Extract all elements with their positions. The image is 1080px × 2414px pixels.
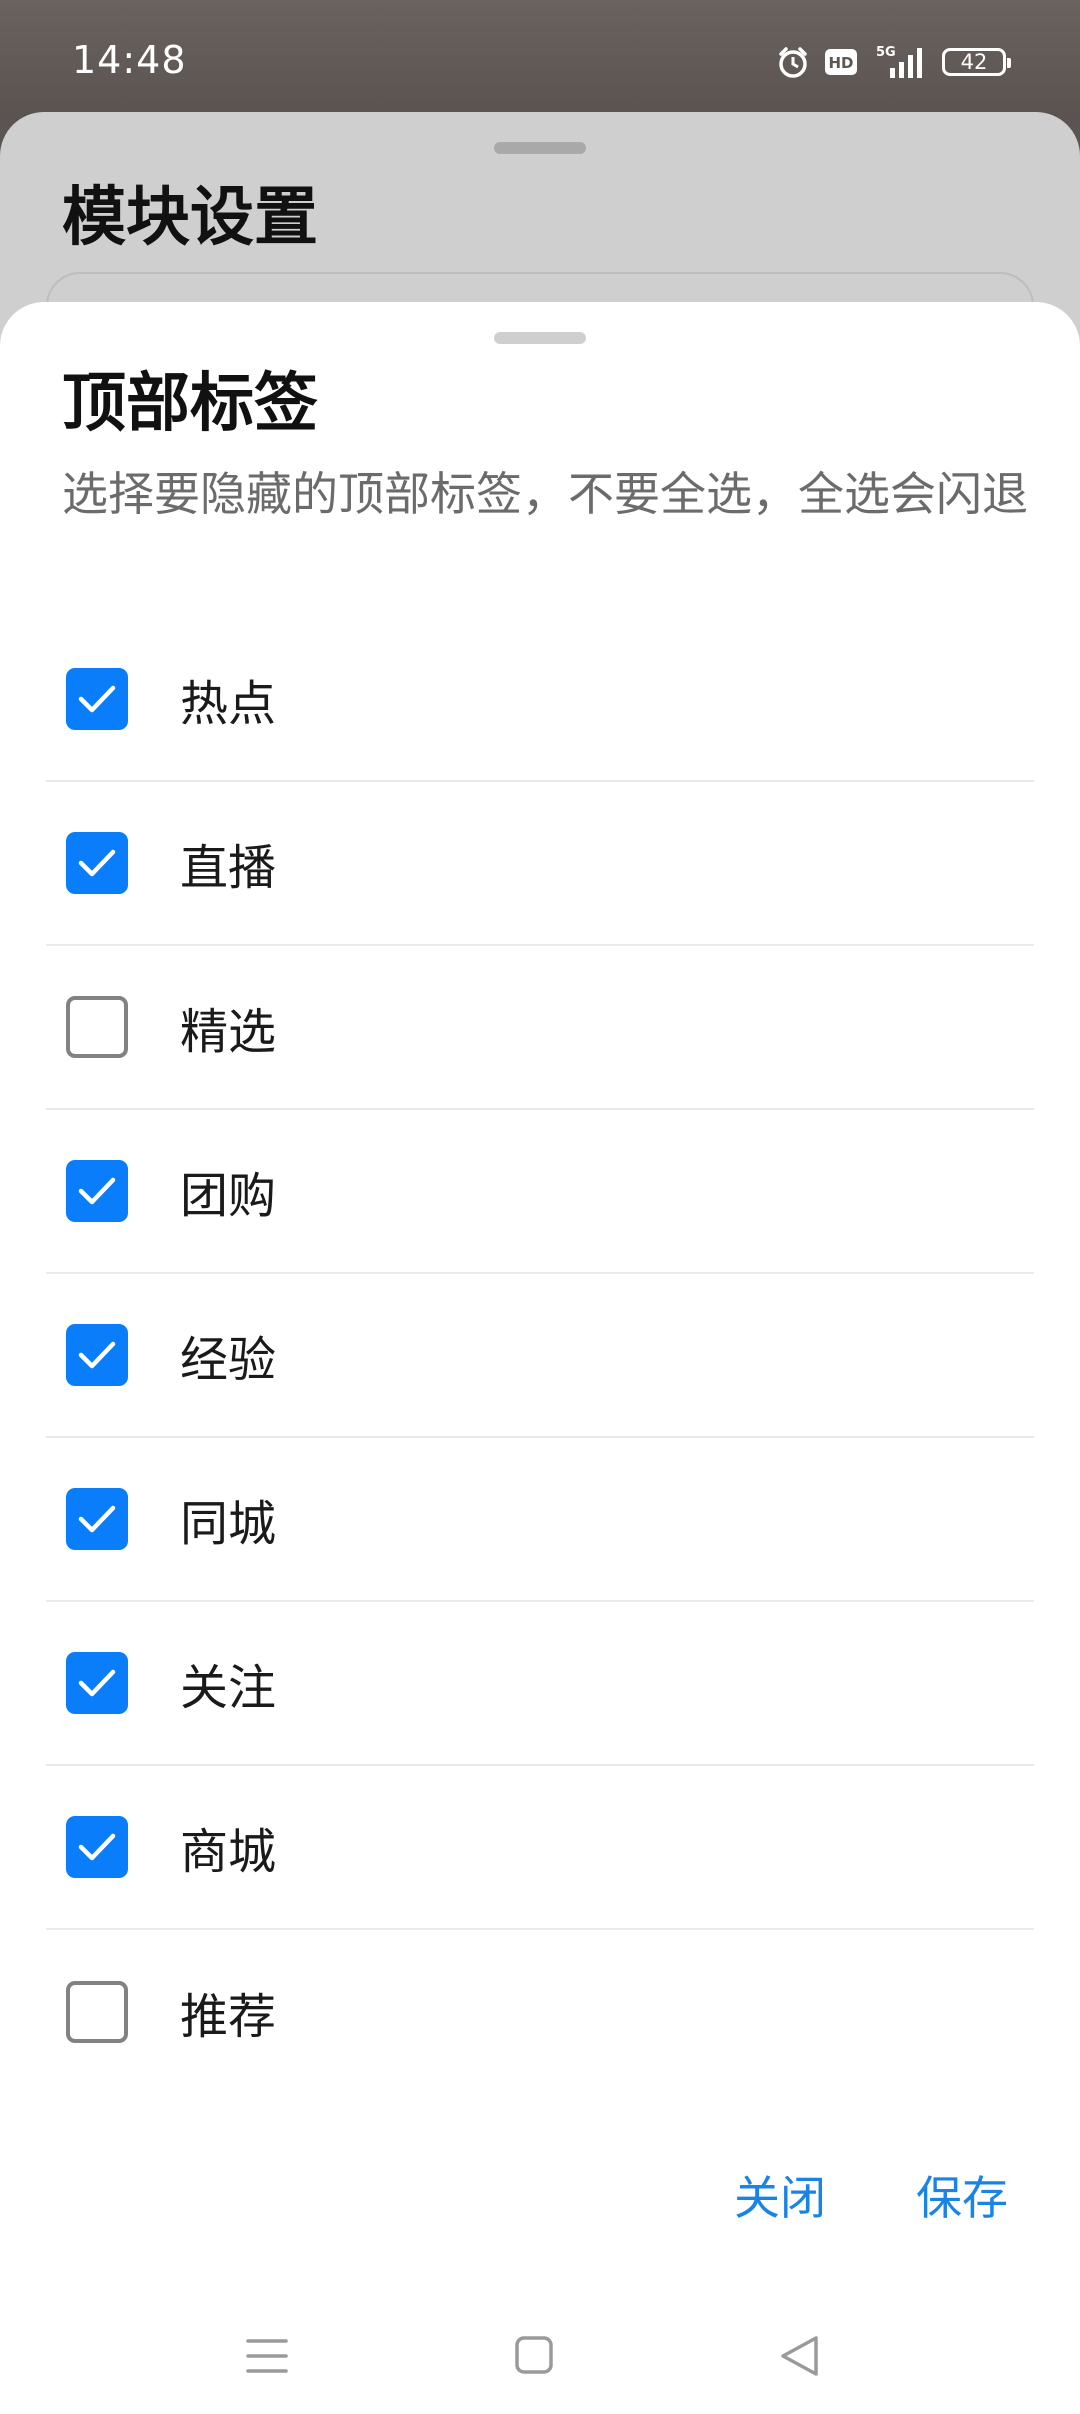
sheet-drag-handle[interactable] bbox=[494, 332, 586, 344]
back-icon[interactable] bbox=[761, 2316, 841, 2396]
battery-level: 42 bbox=[960, 50, 988, 74]
svg-text:5G: 5G bbox=[876, 45, 896, 60]
battery-icon: 42 bbox=[942, 48, 1011, 76]
hd-icon: HD bbox=[824, 47, 858, 77]
save-button[interactable]: 保存 bbox=[916, 2162, 1008, 2228]
checkmark-icon bbox=[78, 1341, 116, 1369]
option-label: 热点 bbox=[180, 676, 277, 732]
background-page-title: 模块设置 bbox=[62, 181, 318, 255]
5g-signal-icon: 5G bbox=[872, 44, 928, 80]
status-time: 14:48 bbox=[72, 38, 187, 82]
checkbox-unchecked[interactable] bbox=[66, 996, 128, 1058]
checkbox-checked[interactable] bbox=[66, 1652, 128, 1714]
dialog-actions: 关闭 保存 bbox=[0, 2162, 1080, 2242]
close-button[interactable]: 关闭 bbox=[734, 2162, 826, 2228]
checkmark-icon bbox=[78, 1833, 116, 1861]
status-icons: HD 5G 42 bbox=[776, 42, 1011, 82]
checkmark-icon bbox=[78, 1177, 116, 1205]
checkbox-checked[interactable] bbox=[66, 1816, 128, 1878]
checkmark-icon bbox=[78, 685, 116, 713]
checkbox-checked[interactable] bbox=[66, 1160, 128, 1222]
background-sheet-handle bbox=[494, 142, 586, 154]
navigation-bar bbox=[0, 2294, 1080, 2414]
checkbox-unchecked[interactable] bbox=[66, 1981, 128, 2043]
checkmark-icon bbox=[78, 849, 116, 877]
option-row-mall[interactable]: 商城 bbox=[46, 1766, 1034, 1930]
option-list: 热点 直播 精选 团购 经验 同城 关注 商城 推荐 bbox=[46, 618, 1034, 2094]
option-row-group-buy[interactable]: 团购 bbox=[46, 1110, 1034, 1274]
checkbox-checked[interactable] bbox=[66, 1324, 128, 1386]
option-label: 直播 bbox=[180, 840, 277, 896]
home-icon[interactable] bbox=[494, 2316, 574, 2396]
checkmark-icon bbox=[78, 1669, 116, 1697]
status-bar: 14:48 HD 5G 42 bbox=[0, 0, 1080, 118]
option-label: 商城 bbox=[180, 1824, 277, 1880]
dialog-description: 选择要隐藏的顶部标签，不要全选，全选会闪退 bbox=[62, 467, 1028, 521]
option-row-featured[interactable]: 精选 bbox=[46, 946, 1034, 1110]
alarm-icon bbox=[776, 45, 810, 79]
option-row-experience[interactable]: 经验 bbox=[46, 1274, 1034, 1438]
top-tabs-dialog: 顶部标签 选择要隐藏的顶部标签，不要全选，全选会闪退 热点 直播 精选 团购 经… bbox=[0, 302, 1080, 2414]
dialog-title: 顶部标签 bbox=[62, 367, 318, 441]
menu-icon[interactable] bbox=[227, 2316, 307, 2396]
option-label: 关注 bbox=[180, 1660, 277, 1716]
option-row-local[interactable]: 同城 bbox=[46, 1438, 1034, 1602]
option-row-hot[interactable]: 热点 bbox=[46, 618, 1034, 782]
checkmark-icon bbox=[78, 1505, 116, 1533]
option-row-following[interactable]: 关注 bbox=[46, 1602, 1034, 1766]
checkbox-checked[interactable] bbox=[66, 832, 128, 894]
checkbox-checked[interactable] bbox=[66, 1488, 128, 1550]
option-label: 经验 bbox=[180, 1332, 277, 1388]
option-label: 团购 bbox=[180, 1168, 277, 1224]
checkbox-checked[interactable] bbox=[66, 668, 128, 730]
option-label: 推荐 bbox=[180, 1989, 277, 2045]
option-row-recommend[interactable]: 推荐 bbox=[46, 1930, 1034, 2094]
svg-text:HD: HD bbox=[828, 54, 853, 72]
option-row-live[interactable]: 直播 bbox=[46, 782, 1034, 946]
option-label: 同城 bbox=[180, 1496, 277, 1552]
option-label: 精选 bbox=[180, 1004, 277, 1060]
